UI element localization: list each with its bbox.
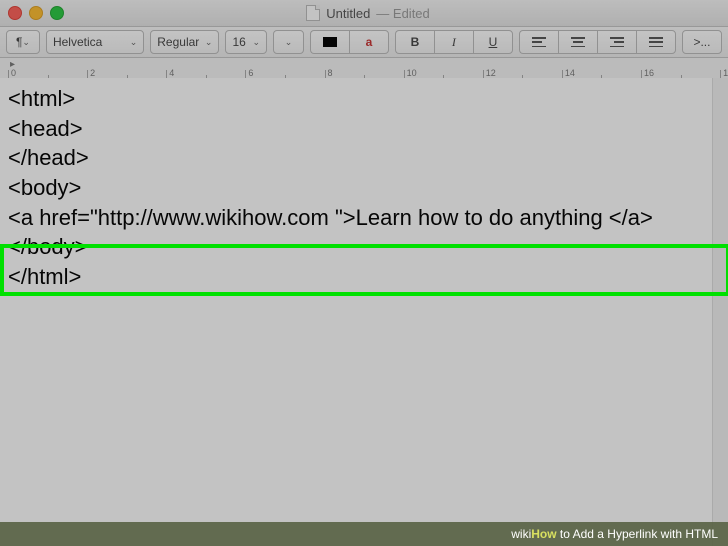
ruler-label: 2: [90, 68, 95, 78]
titlebar: Untitled — Edited: [0, 0, 728, 27]
text-color-button[interactable]: a: [349, 30, 389, 54]
font-family-value: Helvetica: [53, 35, 102, 49]
chevron-down-icon: ⌄: [253, 37, 261, 48]
caption-bar: wikiHow to Add a Hyperlink with HTML: [0, 522, 728, 546]
align-left-button[interactable]: [519, 30, 558, 54]
ruler-label: 6: [248, 68, 253, 78]
code-line: </body>: [8, 232, 720, 262]
close-icon[interactable]: [8, 6, 22, 20]
ruler-label: 0: [11, 68, 16, 78]
text-color-label: a: [366, 35, 373, 49]
vertical-scrollbar[interactable]: [712, 78, 728, 546]
font-weight-select[interactable]: Regular ⌄: [150, 30, 219, 54]
ruler-label: 18: [723, 68, 728, 78]
font-size-value: 16: [232, 35, 245, 49]
document-status: — Edited: [376, 6, 429, 21]
code-line: <head>: [8, 114, 720, 144]
italic-button[interactable]: I: [434, 30, 473, 54]
document-icon: [306, 5, 320, 21]
underline-label: U: [489, 35, 498, 49]
bold-label: B: [411, 35, 420, 49]
align-justify-icon: [649, 37, 663, 47]
font-size-stepper[interactable]: ⌄: [273, 30, 304, 54]
overflow-label: >...: [693, 35, 710, 49]
code-line: <html>: [8, 84, 720, 114]
editor-content[interactable]: <html> <head> </head> <body> <a href="ht…: [0, 78, 728, 546]
minimize-icon[interactable]: [29, 6, 43, 20]
caption-text: to Add a Hyperlink with HTML: [557, 527, 718, 541]
fill-color-button[interactable]: [310, 30, 349, 54]
italic-label: I: [452, 35, 456, 50]
caption-brand-post: How: [531, 527, 556, 541]
code-line: </html>: [8, 262, 720, 292]
color-swatch-icon: [323, 37, 337, 47]
ruler-label: 10: [407, 68, 417, 78]
underline-button[interactable]: U: [473, 30, 513, 54]
style-group: B I U: [395, 30, 513, 54]
chevron-down-icon: ⌄: [285, 37, 293, 48]
code-line: </head>: [8, 143, 720, 173]
code-line: <body>: [8, 173, 720, 203]
align-justify-button[interactable]: [636, 30, 676, 54]
color-group: a: [310, 30, 389, 54]
paragraph-style-button[interactable]: ¶ ⌄: [6, 30, 40, 54]
font-family-select[interactable]: Helvetica ⌄: [46, 30, 144, 54]
font-weight-value: Regular: [157, 35, 199, 49]
font-size-select[interactable]: 16 ⌄: [225, 30, 267, 54]
ruler-label: 8: [328, 68, 333, 78]
align-center-button[interactable]: [558, 30, 597, 54]
code-line: <a href="http://www.wikihow.com ">Learn …: [8, 203, 720, 233]
chevron-down-icon: ⌄: [22, 37, 30, 48]
chevron-down-icon: ⌄: [205, 37, 213, 48]
align-center-icon: [571, 37, 585, 47]
align-left-icon: [532, 37, 546, 47]
align-right-icon: [610, 37, 624, 47]
maximize-icon[interactable]: [50, 6, 64, 20]
align-right-button[interactable]: [597, 30, 636, 54]
chevron-down-icon: ⌄: [130, 37, 138, 48]
ruler-label: 4: [169, 68, 174, 78]
align-group: [519, 30, 676, 54]
toolbar-overflow-button[interactable]: >...: [682, 30, 722, 54]
document-title: Untitled: [326, 6, 370, 21]
ruler-label: 14: [565, 68, 575, 78]
caption-brand-pre: wiki: [511, 527, 531, 541]
window-controls: [8, 6, 64, 20]
ruler-label: 16: [644, 68, 654, 78]
bold-button[interactable]: B: [395, 30, 434, 54]
ruler-label: 12: [486, 68, 496, 78]
format-toolbar: ¶ ⌄ Helvetica ⌄ Regular ⌄ 16 ⌄ ⌄ a B I U: [0, 27, 728, 58]
